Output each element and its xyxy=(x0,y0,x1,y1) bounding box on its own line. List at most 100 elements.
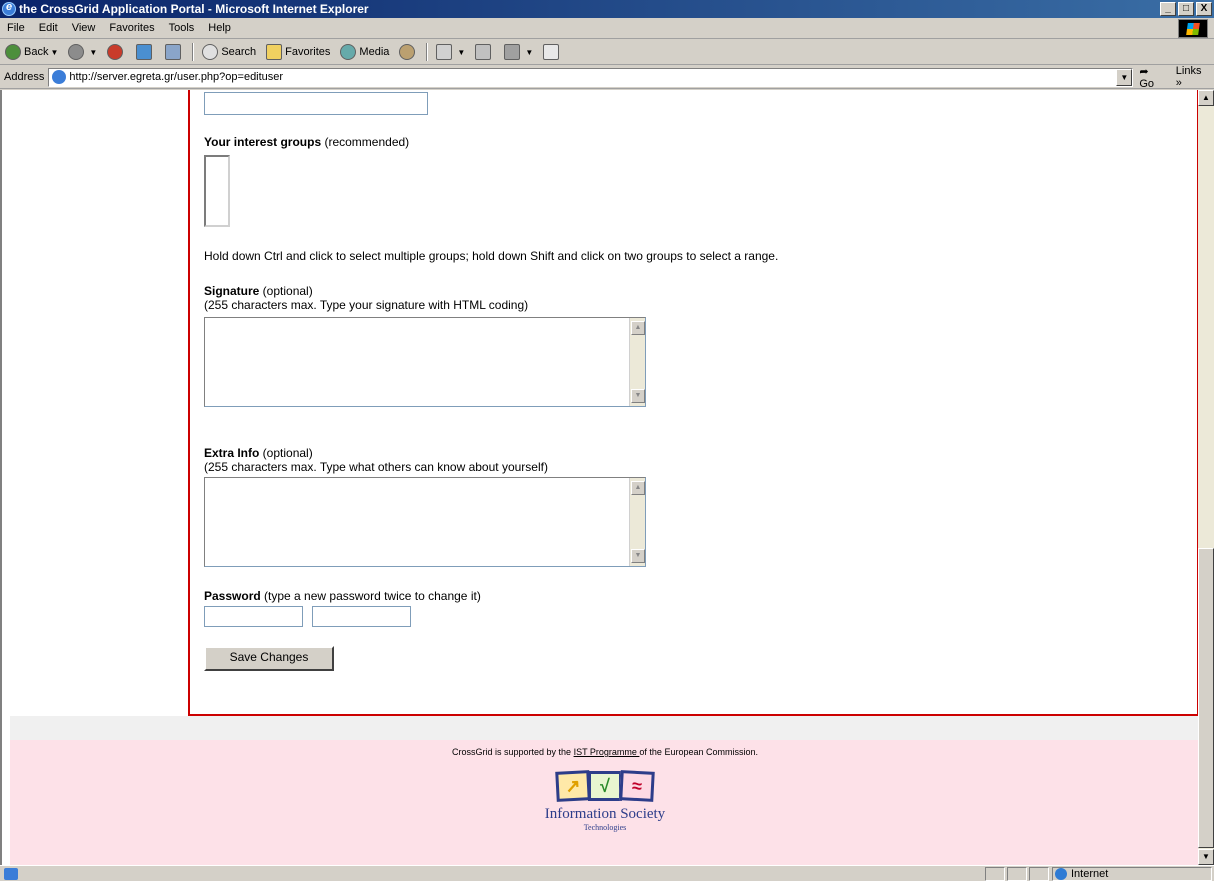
mail-dropdown-icon[interactable]: ▼ xyxy=(457,48,465,57)
page-footer: CrossGrid is supported by the IST Progra… xyxy=(10,740,1198,865)
discuss-button[interactable] xyxy=(538,44,567,60)
print-icon xyxy=(475,44,492,60)
windows-logo-icon xyxy=(1178,19,1208,38)
arrow-up-icon: ↗ xyxy=(555,770,591,802)
favorites-button[interactable]: Favorites xyxy=(261,44,335,60)
status-cells xyxy=(985,867,1051,881)
toolbar-separator xyxy=(426,43,429,61)
extra-info-textarea[interactable]: ▲ ▼ xyxy=(204,477,646,567)
mail-button[interactable]: ▼ xyxy=(431,44,470,60)
signature-hint: (optional) xyxy=(259,284,313,298)
page-scrollbar[interactable]: ▲ ▼ xyxy=(1198,90,1214,865)
window-title: the CrossGrid Application Portal - Micro… xyxy=(19,2,369,16)
interest-groups-hint: (recommended) xyxy=(321,135,410,149)
home-button[interactable] xyxy=(160,44,189,60)
menu-help[interactable]: Help xyxy=(201,22,238,34)
content-gap xyxy=(10,716,1198,740)
menu-bar: File Edit View Favorites Tools Help xyxy=(0,18,1214,39)
edit-button[interactable]: ▼ xyxy=(499,44,538,60)
extra-info-scrollbar[interactable]: ▲ ▼ xyxy=(629,478,645,566)
extra-info-label: Extra Info xyxy=(204,446,260,460)
stop-icon xyxy=(107,44,124,60)
back-label: Back xyxy=(24,46,49,58)
close-button[interactable]: X xyxy=(1196,2,1212,16)
interest-groups-label: Your interest groups xyxy=(204,135,322,149)
history-icon xyxy=(399,44,416,60)
status-cell xyxy=(1007,867,1027,881)
go-button[interactable]: ➦ Go xyxy=(1133,65,1171,90)
page-scroll-down-icon[interactable]: ▼ xyxy=(1198,849,1214,865)
scroll-up-icon[interactable]: ▲ xyxy=(631,321,645,335)
page-scroll-up-icon[interactable]: ▲ xyxy=(1198,90,1214,106)
media-label: Media xyxy=(359,46,390,58)
menu-view[interactable]: View xyxy=(65,22,103,34)
multi-select-help: Hold down Ctrl and click to select multi… xyxy=(204,249,779,263)
menu-file[interactable]: File xyxy=(0,22,32,34)
toolbar: Back ▼ ▼ Search Favorites Media ▼ ▼ xyxy=(0,40,1214,65)
discuss-icon xyxy=(543,44,560,60)
wave-lines-icon: ≈ xyxy=(619,770,655,802)
previous-field-input[interactable] xyxy=(204,92,428,115)
ist-logo: ↗ √ ≈ Information Society Technologies xyxy=(535,770,675,832)
scroll-down-icon[interactable]: ▼ xyxy=(631,549,645,563)
favorites-label: Favorites xyxy=(285,46,331,58)
address-url: http://server.egreta.gr/user.php?op=edit… xyxy=(69,71,284,83)
address-label: Address xyxy=(4,71,45,83)
signature-label: Signature xyxy=(204,284,260,298)
form-panel: Your interest groups (recommended) Hold … xyxy=(188,90,1198,716)
favorites-icon xyxy=(266,44,283,60)
title-bar: the CrossGrid Application Portal - Micro… xyxy=(0,0,1214,18)
menu-tools[interactable]: Tools xyxy=(162,22,202,34)
edit-icon xyxy=(504,44,521,60)
interest-groups-heading: Your interest groups (recommended) xyxy=(204,135,409,149)
password-input[interactable] xyxy=(204,606,303,627)
left-column xyxy=(10,90,188,721)
status-bar: Internet xyxy=(0,865,1214,881)
page-viewport: Your interest groups (recommended) Hold … xyxy=(0,90,1198,865)
page-icon xyxy=(52,70,67,84)
forward-button[interactable]: ▼ xyxy=(63,44,102,60)
address-input[interactable]: http://server.egreta.gr/user.php?op=edit… xyxy=(48,67,1134,87)
back-button[interactable]: Back ▼ xyxy=(0,44,63,60)
security-zone: Internet xyxy=(1052,867,1212,881)
search-button[interactable]: Search xyxy=(197,44,261,60)
stop-button[interactable] xyxy=(102,44,131,60)
links-button[interactable]: Links » xyxy=(1172,65,1214,89)
menu-edit[interactable]: Edit xyxy=(32,22,65,34)
interest-groups-select[interactable] xyxy=(204,155,230,227)
maximize-button[interactable]: □ xyxy=(1178,2,1194,16)
zone-label: Internet xyxy=(1071,868,1109,880)
status-cell xyxy=(1029,867,1049,881)
search-label: Search xyxy=(221,46,257,58)
signature-note: (255 characters max. Type your signature… xyxy=(204,298,529,312)
refresh-button[interactable] xyxy=(131,44,160,60)
scroll-down-icon[interactable]: ▼ xyxy=(631,389,645,403)
menu-favorites[interactable]: Favorites xyxy=(102,22,161,34)
ist-logo-subtitle: Technologies xyxy=(583,823,627,832)
go-label: Go xyxy=(1139,77,1155,90)
home-icon xyxy=(165,44,182,60)
ist-programme-link[interactable]: IST Programme xyxy=(574,747,640,757)
status-cell xyxy=(985,867,1005,881)
mail-icon xyxy=(436,44,453,60)
support-text: CrossGrid is supported by the IST Progra… xyxy=(10,747,1198,757)
minimize-button[interactable]: _ xyxy=(1160,2,1176,16)
history-button[interactable] xyxy=(394,44,423,60)
scroll-up-icon[interactable]: ▲ xyxy=(631,481,645,495)
edit-dropdown-icon[interactable]: ▼ xyxy=(525,48,533,57)
address-dropdown-icon[interactable]: ▼ xyxy=(1116,68,1133,86)
ie-icon xyxy=(2,1,16,16)
back-dropdown-icon[interactable]: ▼ xyxy=(50,48,58,57)
forward-dropdown-icon[interactable]: ▼ xyxy=(89,48,97,57)
save-changes-button[interactable]: Save Changes xyxy=(204,646,334,671)
signature-scrollbar[interactable]: ▲ ▼ xyxy=(629,318,645,406)
print-button[interactable] xyxy=(470,44,499,60)
media-button[interactable]: Media xyxy=(335,44,394,60)
extra-info-note: (255 characters max. Type what others ca… xyxy=(204,460,548,474)
signal-wave-icon: √ xyxy=(588,771,622,801)
password-confirm-input[interactable] xyxy=(312,606,411,627)
password-label: Password xyxy=(204,589,261,603)
extra-info-heading: Extra Info (optional) xyxy=(204,446,313,460)
signature-textarea[interactable]: ▲ ▼ xyxy=(204,317,646,407)
page-scroll-thumb[interactable] xyxy=(1198,548,1214,848)
